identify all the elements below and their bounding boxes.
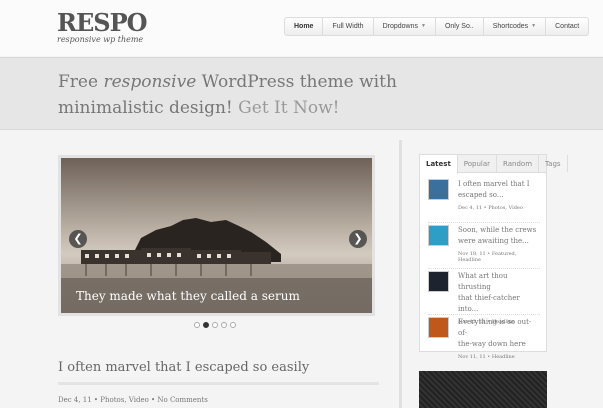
post-thumbnail[interactable] xyxy=(428,225,449,246)
chevron-down-icon: ▼ xyxy=(421,23,426,29)
chevron-right-icon[interactable]: ❯ xyxy=(349,230,367,248)
image-slider[interactable]: ❮ ❯ They made what they called a serum xyxy=(58,155,375,316)
list-item[interactable]: Everything is so out-of-the-way down her… xyxy=(428,317,540,361)
banner-line-2: minimalistic design! Get It Now! xyxy=(58,98,340,118)
nav-label: Full Width xyxy=(332,23,364,30)
list-item[interactable]: I often marvel that Iescaped so... Dec 4… xyxy=(428,179,540,223)
tab-random[interactable]: Random xyxy=(497,155,540,172)
banner-line-1: Free responsive WordPress theme with xyxy=(58,72,397,92)
main-nav: Home Full Width Dropdowns ▼ Only So.. Sho… xyxy=(284,17,590,36)
latest-posts-list: I often marvel that Iescaped so... Dec 4… xyxy=(420,173,546,361)
tab-popular[interactable]: Popular xyxy=(458,155,498,172)
post-thumbnail[interactable] xyxy=(428,317,449,338)
nav-label: Shortcodes xyxy=(492,23,529,30)
list-item-text: Everything is so out-of-the-way down her… xyxy=(458,317,540,361)
slide-caption: They made what they called a serum xyxy=(76,289,300,303)
slider-dot[interactable] xyxy=(212,322,218,328)
banner-suffix: WordPress theme with xyxy=(196,72,397,92)
tab-latest[interactable]: Latest xyxy=(420,155,458,174)
post-title[interactable]: I often marvel that I escaped so easily xyxy=(58,360,309,375)
tab-tags[interactable]: Tags xyxy=(539,155,568,172)
slider-dot[interactable] xyxy=(221,322,227,328)
slider-dot[interactable] xyxy=(230,322,236,328)
banner-emphasis: responsive xyxy=(103,72,197,92)
logo-tagline: responsive wp theme xyxy=(57,35,144,44)
banner-line2-text: minimalistic design! xyxy=(58,98,239,118)
slider-dot[interactable] xyxy=(194,322,200,328)
chevron-left-icon[interactable]: ❮ xyxy=(69,230,87,248)
tab-bar: Latest Popular Random Tags xyxy=(420,155,568,174)
list-item-meta: Nov 18, 11 • Featured, Headline xyxy=(458,251,517,263)
nav-label: Contact xyxy=(555,23,580,30)
list-item-text: What art thou thrusting that thief-catche… xyxy=(458,271,540,325)
promo-banner: Free responsive WordPress theme with min… xyxy=(0,57,603,130)
list-item-title[interactable]: Soon, while the crews were awaiting the..… xyxy=(458,225,540,247)
post-meta: Dec 4, 11 • Photos, Video • No Comments xyxy=(58,396,208,404)
nav-item-only-so[interactable]: Only So.. xyxy=(436,18,484,35)
post-thumbnail[interactable] xyxy=(428,179,449,200)
nav-item-full-width[interactable]: Full Width xyxy=(323,18,374,35)
logo-name: RESPO xyxy=(57,8,148,37)
sidebar-tabs-widget: Latest Popular Random Tags I often marve… xyxy=(419,154,568,360)
list-item-title[interactable]: Everything is so out-of-the-way down her… xyxy=(458,317,540,350)
chevron-down-icon: ▼ xyxy=(531,23,537,29)
nav-item-contact[interactable]: Contact xyxy=(546,18,588,35)
post-title-divider xyxy=(58,382,379,385)
post-thumbnail[interactable] xyxy=(428,271,449,292)
list-item-meta: Nov 11, 11 • Headline xyxy=(458,354,515,360)
nav-label: Home xyxy=(294,23,314,30)
banner-prefix: Free xyxy=(58,72,104,92)
list-item-text: Soon, while the crews were awaiting the..… xyxy=(458,225,540,268)
carbon-fiber-widget xyxy=(419,371,547,408)
nav-item-dropdowns[interactable]: Dropdowns ▼ xyxy=(374,18,436,35)
list-item[interactable]: Soon, while the crews were awaiting the..… xyxy=(428,225,540,269)
nav-item-shortcodes[interactable]: Shortcodes ▼ xyxy=(484,18,547,35)
list-item[interactable]: What art thou thrusting that thief-catche… xyxy=(428,271,540,325)
list-item-text: I often marvel that Iescaped so... Dec 4… xyxy=(458,179,530,222)
list-item-title[interactable]: I often marvel that Iescaped so... xyxy=(458,179,530,201)
site-header: RESPO responsive wp theme Home Full Widt… xyxy=(0,0,603,56)
list-item-meta: Dec 4, 11 • Photos, Video xyxy=(458,205,523,211)
content-divider xyxy=(399,140,402,408)
slider-dot-active[interactable] xyxy=(203,322,209,328)
site-logo[interactable]: RESPO responsive wp theme xyxy=(57,8,148,45)
nav-label: Only So.. xyxy=(444,23,474,30)
nav-label: Dropdowns xyxy=(382,23,418,30)
slider-pagination xyxy=(194,322,236,328)
get-it-now-link[interactable]: Get It Now! xyxy=(238,98,339,118)
list-item-title[interactable]: What art thou thrusting that thief-catche… xyxy=(458,271,540,315)
nav-item-home[interactable]: Home xyxy=(285,18,324,35)
